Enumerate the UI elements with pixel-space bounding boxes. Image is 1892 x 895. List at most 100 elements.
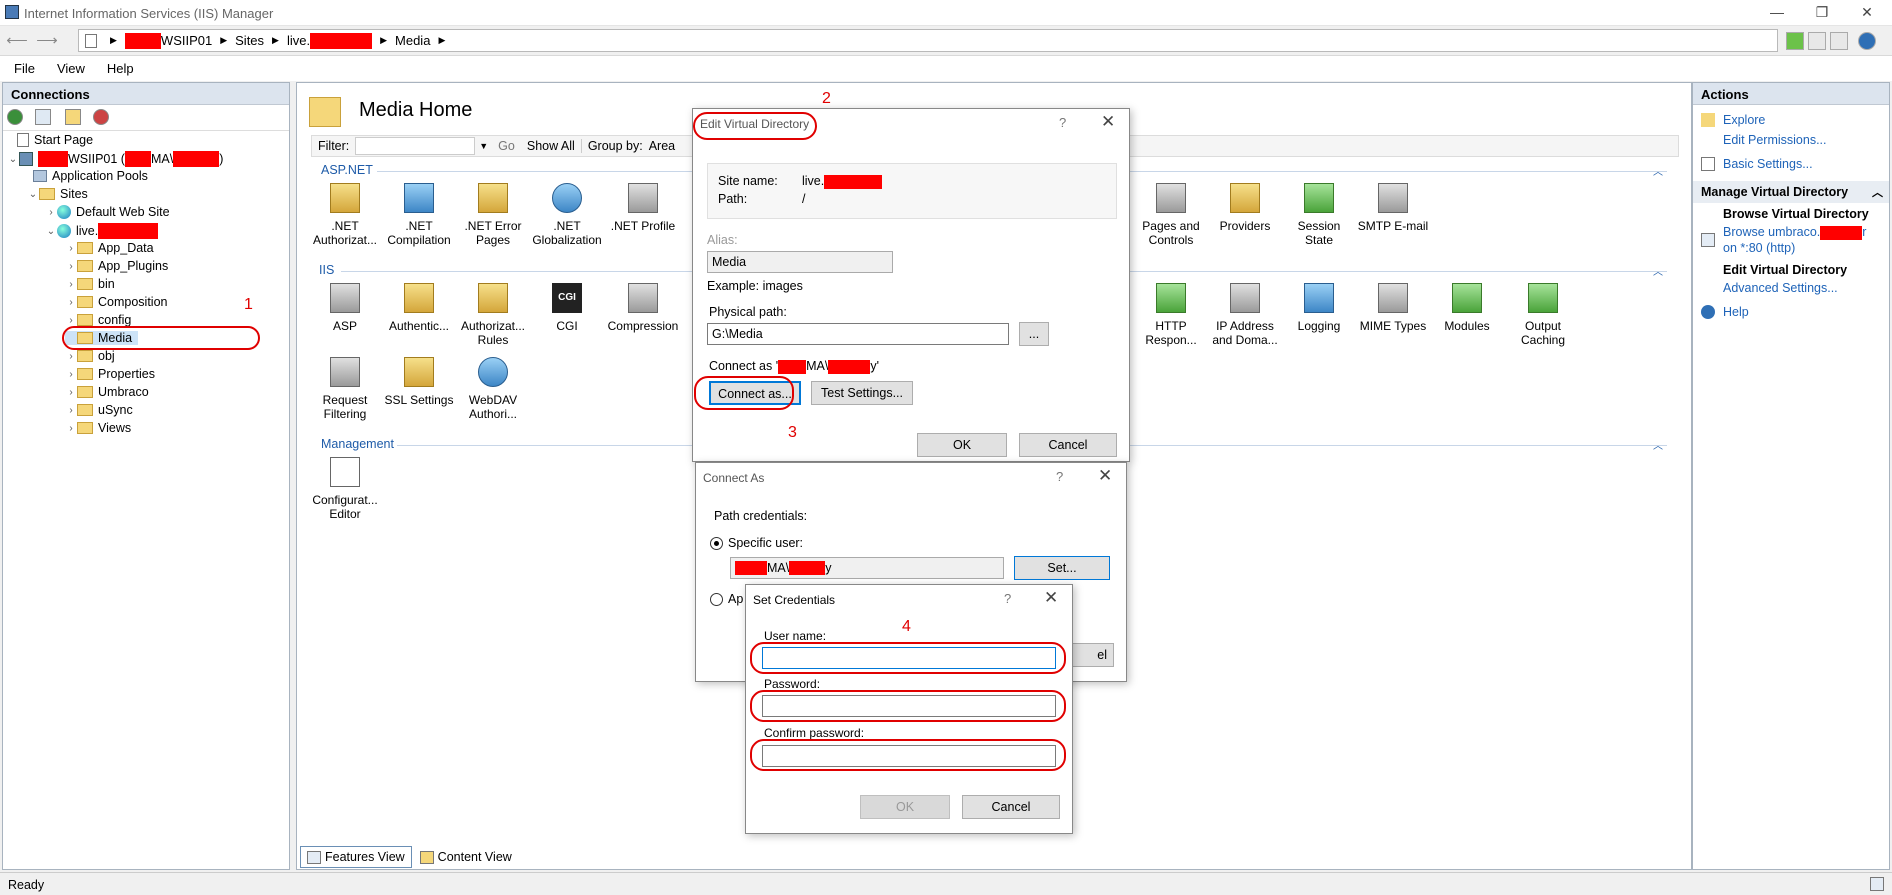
breadcrumb-sites[interactable]: Sites: [235, 33, 264, 48]
manage-virtual-directory-header[interactable]: Manage Virtual Directory ︿: [1693, 181, 1889, 203]
tree-default-web-site[interactable]: › Default Web Site: [45, 205, 170, 219]
breadcrumb-media[interactable]: Media: [395, 33, 430, 48]
tree-app-plugins[interactable]: › App_Plugins: [65, 259, 168, 273]
tree-server[interactable]: ⌄ WSIIP01 (MA\): [7, 151, 223, 167]
action-explore[interactable]: Explore: [1723, 113, 1765, 127]
back-icon[interactable]: ⟵: [6, 31, 28, 51]
menu-file[interactable]: File: [0, 61, 43, 76]
section-iis[interactable]: IIS: [319, 263, 334, 277]
feature-http-response[interactable]: HTTP Respon...: [1135, 283, 1207, 347]
tree-usync[interactable]: › uSync: [65, 403, 132, 417]
feature-configuration-editor[interactable]: Configurat... Editor: [309, 457, 381, 521]
tree-obj[interactable]: › obj: [65, 349, 114, 363]
tree-umbraco[interactable]: › Umbraco: [65, 385, 148, 399]
refresh-icon[interactable]: [1786, 32, 1804, 50]
save-icon[interactable]: [35, 109, 51, 125]
feature-net-compilation[interactable]: .NET Compilation: [383, 183, 455, 247]
restore-icon[interactable]: ❐: [1807, 4, 1837, 21]
help-icon[interactable]: [1858, 32, 1876, 50]
browse-path-button[interactable]: ...: [1019, 322, 1049, 346]
feature-logging[interactable]: Logging: [1283, 283, 1355, 333]
collapse-icon[interactable]: ︿: [1653, 263, 1663, 278]
ok-button[interactable]: OK: [860, 795, 950, 819]
tree-start-page[interactable]: Start Page: [17, 133, 93, 147]
show-all-button[interactable]: Show All: [521, 139, 581, 153]
action-browse-link[interactable]: Browse umbraco. r: [1723, 225, 1866, 240]
test-settings-button[interactable]: Test Settings...: [811, 381, 913, 405]
feature-net-profile[interactable]: .NET Profile: [607, 183, 679, 233]
explore-icon: [1701, 113, 1715, 127]
disconnect-icon[interactable]: [93, 109, 109, 125]
tree-views[interactable]: › Views: [65, 421, 131, 435]
feature-net-error-pages[interactable]: .NET Error Pages: [457, 183, 529, 247]
help-icon[interactable]: ?: [1004, 591, 1011, 606]
feature-mime-types[interactable]: MIME Types: [1357, 283, 1429, 333]
filter-input[interactable]: [355, 137, 476, 155]
connect-icon[interactable]: [7, 109, 23, 125]
feature-authentication[interactable]: Authentic...: [383, 283, 455, 333]
group-by-value[interactable]: Area: [649, 139, 675, 153]
tree-sites[interactable]: ⌄ Sites: [27, 187, 88, 201]
menu-view[interactable]: View: [43, 61, 93, 76]
tab-content-view[interactable]: Content View: [414, 846, 518, 868]
section-aspnet[interactable]: ASP.NET: [321, 163, 373, 177]
close-icon[interactable]: ✕: [1101, 112, 1115, 132]
help-icon[interactable]: ?: [1059, 115, 1066, 130]
set-button[interactable]: Set...: [1014, 556, 1110, 580]
feature-cgi[interactable]: CGI CGI: [531, 283, 603, 333]
tree-live-site[interactable]: ⌄ live.: [45, 223, 159, 239]
close-icon[interactable]: ✕: [1852, 4, 1882, 21]
feature-request-filtering[interactable]: Request Filtering: [309, 357, 381, 421]
specific-user-radio[interactable]: [710, 537, 723, 550]
breadcrumb[interactable]: ▶ WSIIP01 ▶ Sites ▶ live. ▶ Media ▶: [78, 29, 1778, 52]
tree-bin[interactable]: › bin: [65, 277, 114, 291]
close-icon[interactable]: ✕: [1098, 466, 1112, 486]
minimize-icon[interactable]: —: [1762, 4, 1792, 20]
annotation-ring-user-name: [750, 642, 1066, 674]
feature-asp[interactable]: ASP: [309, 283, 381, 333]
feature-session-state[interactable]: Session State: [1283, 183, 1355, 247]
section-management[interactable]: Management: [321, 437, 394, 451]
feature-compression[interactable]: Compression: [607, 283, 679, 333]
tree-properties[interactable]: › Properties: [65, 367, 155, 381]
feature-ssl-settings[interactable]: SSL Settings: [383, 357, 455, 407]
feature-pages-and-controls[interactable]: Pages and Controls: [1135, 183, 1207, 247]
action-browse-port[interactable]: on *:80 (http): [1723, 241, 1795, 255]
home-icon[interactable]: [1830, 32, 1848, 50]
breadcrumb-site[interactable]: live.: [287, 33, 310, 48]
action-edit-permissions[interactable]: Edit Permissions...: [1723, 133, 1827, 147]
help-icon[interactable]: ?: [1056, 469, 1063, 484]
stop-icon[interactable]: [1808, 32, 1826, 50]
ok-button[interactable]: OK: [917, 433, 1007, 457]
feature-webdav[interactable]: WebDAV Authori...: [457, 357, 529, 421]
feature-smtp-email[interactable]: SMTP E-mail: [1357, 183, 1429, 233]
forward-icon[interactable]: ⟶: [36, 31, 58, 51]
menu-help[interactable]: Help: [93, 61, 142, 76]
cancel-button[interactable]: Cancel: [962, 795, 1060, 819]
action-advanced-settings[interactable]: Advanced Settings...: [1723, 281, 1838, 295]
feature-output-caching[interactable]: Output Caching: [1507, 283, 1579, 347]
tree-composition[interactable]: › Composition: [65, 295, 167, 309]
collapse-icon[interactable]: ︿: [1653, 163, 1663, 178]
feature-net-authorization[interactable]: .NET Authorizat...: [309, 183, 381, 247]
close-icon[interactable]: ✕: [1044, 588, 1058, 608]
tree-app-data[interactable]: › App_Data: [65, 241, 153, 255]
feature-ip-address[interactable]: IP Address and Doma...: [1209, 283, 1281, 347]
action-help[interactable]: Help: [1723, 305, 1749, 319]
filter-dropdown-icon[interactable]: ▼: [475, 141, 492, 151]
tree-application-pools[interactable]: Application Pools: [33, 169, 148, 183]
tree-config[interactable]: › config: [65, 313, 131, 327]
tab-features-view[interactable]: Features View: [300, 846, 412, 868]
feature-authorization-rules[interactable]: Authorizat... Rules: [457, 283, 529, 347]
up-icon[interactable]: [65, 109, 81, 125]
cancel-button[interactable]: Cancel: [1019, 433, 1117, 457]
physical-path-input[interactable]: G:\Media: [707, 323, 1009, 345]
go-button[interactable]: Go: [492, 139, 521, 153]
feature-providers[interactable]: Providers: [1209, 183, 1281, 233]
action-basic-settings[interactable]: Basic Settings...: [1723, 157, 1813, 171]
collapse-icon[interactable]: ︿: [1653, 437, 1663, 452]
application-user-radio[interactable]: [710, 593, 723, 606]
feature-net-globalization[interactable]: .NET Globalization: [531, 183, 603, 247]
feature-modules[interactable]: Modules: [1431, 283, 1503, 333]
breadcrumb-server[interactable]: WSIIP01: [161, 33, 212, 48]
